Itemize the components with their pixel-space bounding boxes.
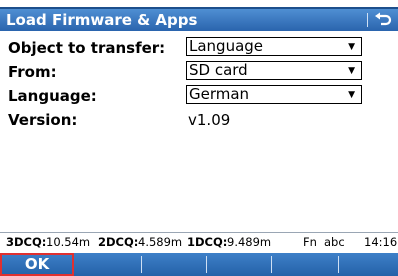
softkey-f4[interactable] xyxy=(207,253,271,276)
version-label: Version: xyxy=(8,111,78,129)
back-button[interactable] xyxy=(372,11,394,29)
page-title: Load Firmware & Apps xyxy=(6,11,198,29)
quality-1d-value: 9.489m xyxy=(227,235,272,249)
language-value: German xyxy=(189,85,250,103)
object-to-transfer-value: Language xyxy=(189,37,264,55)
from-value: SD card xyxy=(189,61,248,79)
version-row: Version: v1.09 xyxy=(0,108,398,132)
ok-softkey[interactable]: OK xyxy=(0,253,74,276)
softkey-f6[interactable] xyxy=(339,253,398,276)
from-label: From: xyxy=(8,63,57,81)
quality-3d-value: 10.54m xyxy=(46,235,91,249)
softkey-f5[interactable] xyxy=(272,253,338,276)
language-label: Language: xyxy=(8,87,97,105)
input-mode-indicator: abc xyxy=(324,235,345,249)
quality-1d-label: 1DCQ: xyxy=(187,235,228,249)
softkey-f2[interactable] xyxy=(75,253,141,276)
quality-3d-label: 3DCQ: xyxy=(6,235,47,249)
language-row: Language: German ▼ xyxy=(0,84,398,108)
triangle-down-icon: ▼ xyxy=(348,66,355,76)
return-arrow-icon xyxy=(375,12,392,26)
triangle-down-icon: ▼ xyxy=(348,90,355,100)
from-row: From: SD card ▼ xyxy=(0,60,398,84)
status-bar: 3DCQ: 10.54m 2DCQ: 4.589m 1DCQ: 9.489m F… xyxy=(0,232,398,253)
object-to-transfer-dropdown[interactable]: Language ▼ xyxy=(186,37,362,56)
version-value: v1.09 xyxy=(188,111,231,129)
softkey-f3[interactable] xyxy=(142,253,206,276)
object-to-transfer-label: Object to transfer: xyxy=(8,39,166,57)
object-to-transfer-row: Object to transfer: Language ▼ xyxy=(0,36,398,60)
softkey-bar: OK xyxy=(0,253,398,276)
language-dropdown[interactable]: German ▼ xyxy=(186,85,362,104)
quality-2d-label: 2DCQ: xyxy=(98,235,139,249)
clock-time: 14:16 xyxy=(364,235,398,249)
window-top-border xyxy=(0,0,398,9)
title-separator xyxy=(367,13,368,27)
triangle-down-icon: ▼ xyxy=(348,42,355,52)
fn-indicator: Fn xyxy=(303,235,317,249)
title-bar: Load Firmware & Apps xyxy=(0,9,398,31)
quality-2d-value: 4.589m xyxy=(138,235,183,249)
from-dropdown[interactable]: SD card ▼ xyxy=(186,61,362,80)
